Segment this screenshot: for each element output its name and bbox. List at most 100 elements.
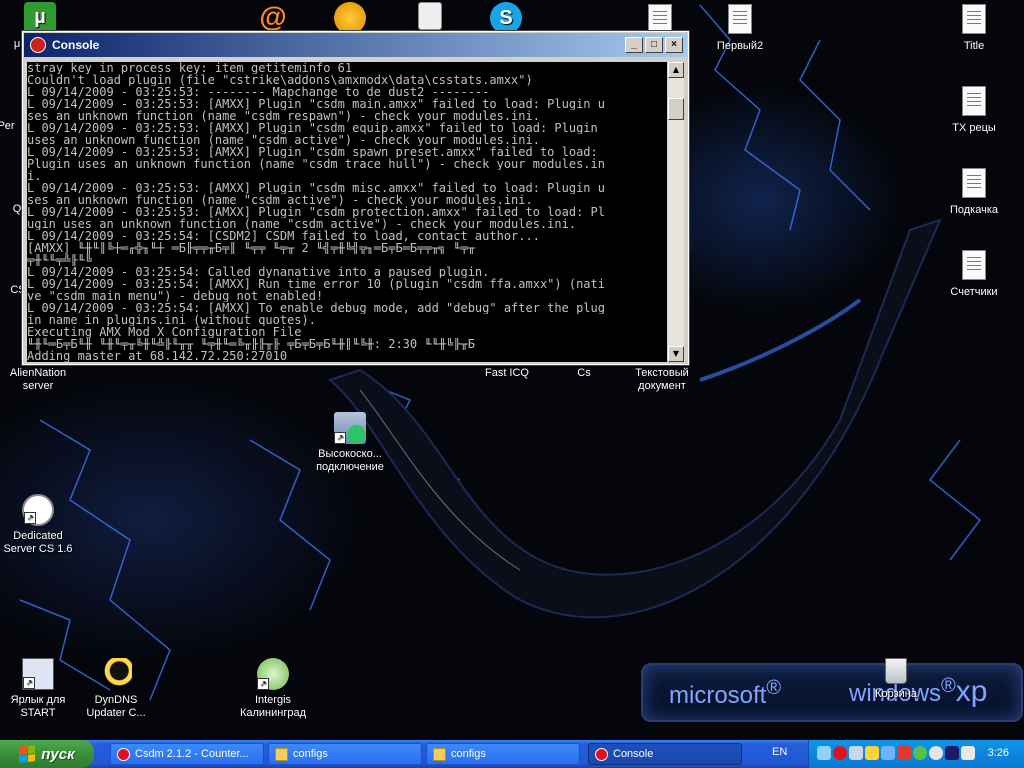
desktop-icon-podkachka[interactable]: Подкачка bbox=[934, 166, 1014, 217]
desktop-icon-intergis[interactable]: ↗ Intergis Калининград bbox=[233, 658, 313, 720]
dyndns-icon bbox=[100, 658, 132, 690]
console-line: Adding master at 68.142.72.250:27010 bbox=[27, 350, 288, 362]
console-line: ugin uses an unknown function (name "csd… bbox=[27, 218, 577, 230]
desktop-icon-printer[interactable] bbox=[390, 2, 470, 34]
desktop-icon-label: Intergis Калининград bbox=[239, 694, 307, 719]
desktop-icon-dedicated-server[interactable]: ↗ Dedicated Server CS 1.6 bbox=[0, 494, 78, 556]
start-button[interactable]: пуск bbox=[0, 740, 94, 768]
console-line: L 09/14/2009 - 03:25:54: [AMXX] Run time… bbox=[27, 278, 605, 290]
language-indicator[interactable]: EN bbox=[772, 746, 787, 758]
vertical-scrollbar[interactable]: ▲ ▼ bbox=[668, 62, 684, 362]
desktop-icon-broadband[interactable]: ↗ Высокоско... подключение bbox=[310, 412, 390, 474]
desktop-icon-aliennation[interactable]: AlienNation server bbox=[0, 367, 78, 393]
tray-opera-icon[interactable] bbox=[833, 746, 847, 760]
console-line: i. bbox=[27, 170, 42, 182]
console-line: L 09/14/2009 - 03:25:53: [AMXX] Plugin "… bbox=[27, 146, 598, 158]
close-button[interactable]: × bbox=[665, 37, 683, 53]
desktop-icon-label: AlienNation server bbox=[9, 367, 67, 392]
console-line: uses an unknown function (name "csdm_act… bbox=[27, 134, 540, 146]
opera-icon bbox=[117, 747, 130, 761]
console-line: L 09/14/2009 - 03:25:53: [AMXX] Plugin "… bbox=[27, 182, 605, 194]
tray-warning-icon[interactable] bbox=[865, 746, 879, 760]
desktop-icon-label: Cs bbox=[577, 367, 591, 379]
intergis-icon: ↗ bbox=[257, 658, 289, 690]
taskbar-button-configs-1[interactable]: configs bbox=[268, 743, 422, 765]
tray-computer-icon[interactable] bbox=[849, 746, 863, 760]
desktop-icon-label: Текстовый документ bbox=[635, 367, 689, 392]
shortcut-arrow-icon: ↗ bbox=[257, 678, 269, 690]
system-tray: 3:26 bbox=[808, 740, 1024, 768]
desktop-icon-text-doc[interactable]: Текстовый документ bbox=[622, 367, 702, 393]
taskbar-button-label: configs bbox=[451, 748, 486, 760]
desktop-icon-label: Title bbox=[963, 40, 985, 52]
desktop-icon-recycle-bin[interactable]: Корзина bbox=[856, 658, 936, 701]
tray-shield-icon[interactable] bbox=[881, 746, 895, 760]
desktop-icon-label: Подкачка bbox=[949, 204, 999, 216]
console-window[interactable]: Console _ □ × stray key in process_key: … bbox=[21, 30, 690, 366]
taskbar-button-label: Csdm 2.1.2 - Counter... bbox=[135, 748, 249, 760]
console-line: L 09/14/2009 - 03:25:54: [AMXX] To enabl… bbox=[27, 302, 605, 314]
desktop-icon-cs[interactable]: Cs bbox=[544, 367, 624, 380]
desktop-icon-label: Dedicated Server CS 1.6 bbox=[3, 530, 73, 555]
minimize-button[interactable]: _ bbox=[625, 37, 643, 53]
scroll-up-button[interactable]: ▲ bbox=[668, 62, 684, 78]
console-line: Plugin uses an unknown function (name "c… bbox=[27, 158, 605, 170]
start-label: пуск bbox=[41, 745, 75, 763]
scroll-thumb[interactable] bbox=[668, 98, 684, 120]
skype-icon: S bbox=[490, 2, 522, 34]
halflife-lambda-icon bbox=[595, 747, 608, 761]
shortcut-arrow-icon: ↗ bbox=[24, 512, 36, 524]
console-line: stray key in process_key: item_getitemin… bbox=[27, 62, 353, 74]
console-output[interactable]: stray key in process_key: item_getitemin… bbox=[27, 62, 667, 362]
title-bar[interactable]: Console _ □ × bbox=[24, 33, 687, 57]
text-document-icon bbox=[728, 4, 752, 34]
taskbar: пуск Csdm 2.1.2 - Counter... configs con… bbox=[0, 740, 1024, 768]
microsoft-registered-mark: ® bbox=[766, 677, 782, 699]
text-document-icon bbox=[962, 250, 986, 280]
windows-xp-logo: microsoft® windows®xp bbox=[641, 663, 1023, 722]
desktop-icon-schetchiki[interactable]: Счетчики bbox=[934, 248, 1014, 299]
scroll-down-button[interactable]: ▼ bbox=[668, 346, 684, 362]
console-line: [AMXX] ╙╫╙║╚┼═╓╬╖╙┼ ═Б╟╤╤╥Б╤║ ╙╤╤ ╙╤╥ 2 … bbox=[27, 242, 475, 254]
taskbar-button-configs-2[interactable]: configs bbox=[426, 743, 580, 765]
desktop-icon-start-shortcut[interactable]: ↗ Ярлык для START bbox=[0, 658, 78, 720]
folder-icon bbox=[275, 747, 288, 761]
console-line: L 09/14/2009 - 03:25:54: Called dynanati… bbox=[27, 266, 490, 278]
desktop-icon-fast-icq[interactable]: Fast ICQ bbox=[467, 367, 547, 380]
desktop-icon-pervyi2[interactable]: Первый2 bbox=[700, 2, 780, 53]
tray-update-icon[interactable] bbox=[913, 746, 927, 760]
desktop-icon-title[interactable]: Title bbox=[934, 2, 1014, 53]
desktop-icon-label: Fast ICQ bbox=[484, 367, 529, 379]
console-line: ses an unknown function (name "csdm_acti… bbox=[27, 194, 533, 206]
console-line: L 09/14/2009 - 03:25:53: [AMXX] Plugin "… bbox=[27, 206, 605, 218]
window-title: Console bbox=[52, 38, 100, 52]
tray-volume-icon[interactable] bbox=[961, 746, 975, 760]
shortcut-arrow-icon: ↗ bbox=[334, 432, 346, 444]
console-line: L 09/14/2009 - 03:25:53: -------- Mapcha… bbox=[27, 86, 490, 98]
console-line: ve "csdm_main_menu") - debug not enabled… bbox=[27, 290, 324, 302]
tray-antivirus-icon[interactable] bbox=[897, 746, 911, 760]
desktop-icon-label: TX рецы bbox=[952, 122, 996, 134]
tray-disk-icon[interactable] bbox=[945, 746, 959, 760]
desktop-icon-dyndns[interactable]: DynDNS Updater C... bbox=[76, 658, 156, 720]
console-line: ╤╫╙╙╤╩╟╙╚ bbox=[27, 254, 93, 266]
taskbar-button-console[interactable]: Console bbox=[588, 743, 742, 765]
recycle-bin-icon bbox=[885, 658, 907, 684]
maximize-button[interactable]: □ bbox=[645, 37, 663, 53]
taskbar-button-csdm[interactable]: Csdm 2.1.2 - Counter... bbox=[110, 743, 264, 765]
taskbar-button-label: Console bbox=[613, 748, 654, 760]
desktop-icon-tx-recy[interactable]: TX рецы bbox=[934, 84, 1014, 135]
halflife-server-icon: ↗ bbox=[22, 494, 54, 526]
console-line: L 09/14/2009 - 03:25:54: [CSDM2] CSDM fa… bbox=[27, 230, 540, 242]
tray-speaker-icon[interactable] bbox=[929, 746, 943, 760]
folder-icon bbox=[433, 747, 446, 761]
desktop-icon-label: Счетчики bbox=[950, 286, 998, 298]
tray-network-icon[interactable] bbox=[817, 746, 831, 760]
text-document-icon bbox=[962, 86, 986, 116]
desktop-icon-label: Ярлык для START bbox=[10, 694, 66, 719]
console-line: ╙╫╙═Б╤Б╙╫ ╙╫╙╤╥╚╫╙╩╟╙╥╥ ╙╤╫╙═╚╥╟╟╥╟ ╤Б╤Б… bbox=[27, 338, 475, 350]
text-document-icon bbox=[648, 4, 672, 34]
windows-flag-icon bbox=[19, 745, 36, 763]
console-line: ses an unknown function (name "csdm_resp… bbox=[27, 110, 540, 122]
clock[interactable]: 3:26 bbox=[988, 747, 1009, 759]
